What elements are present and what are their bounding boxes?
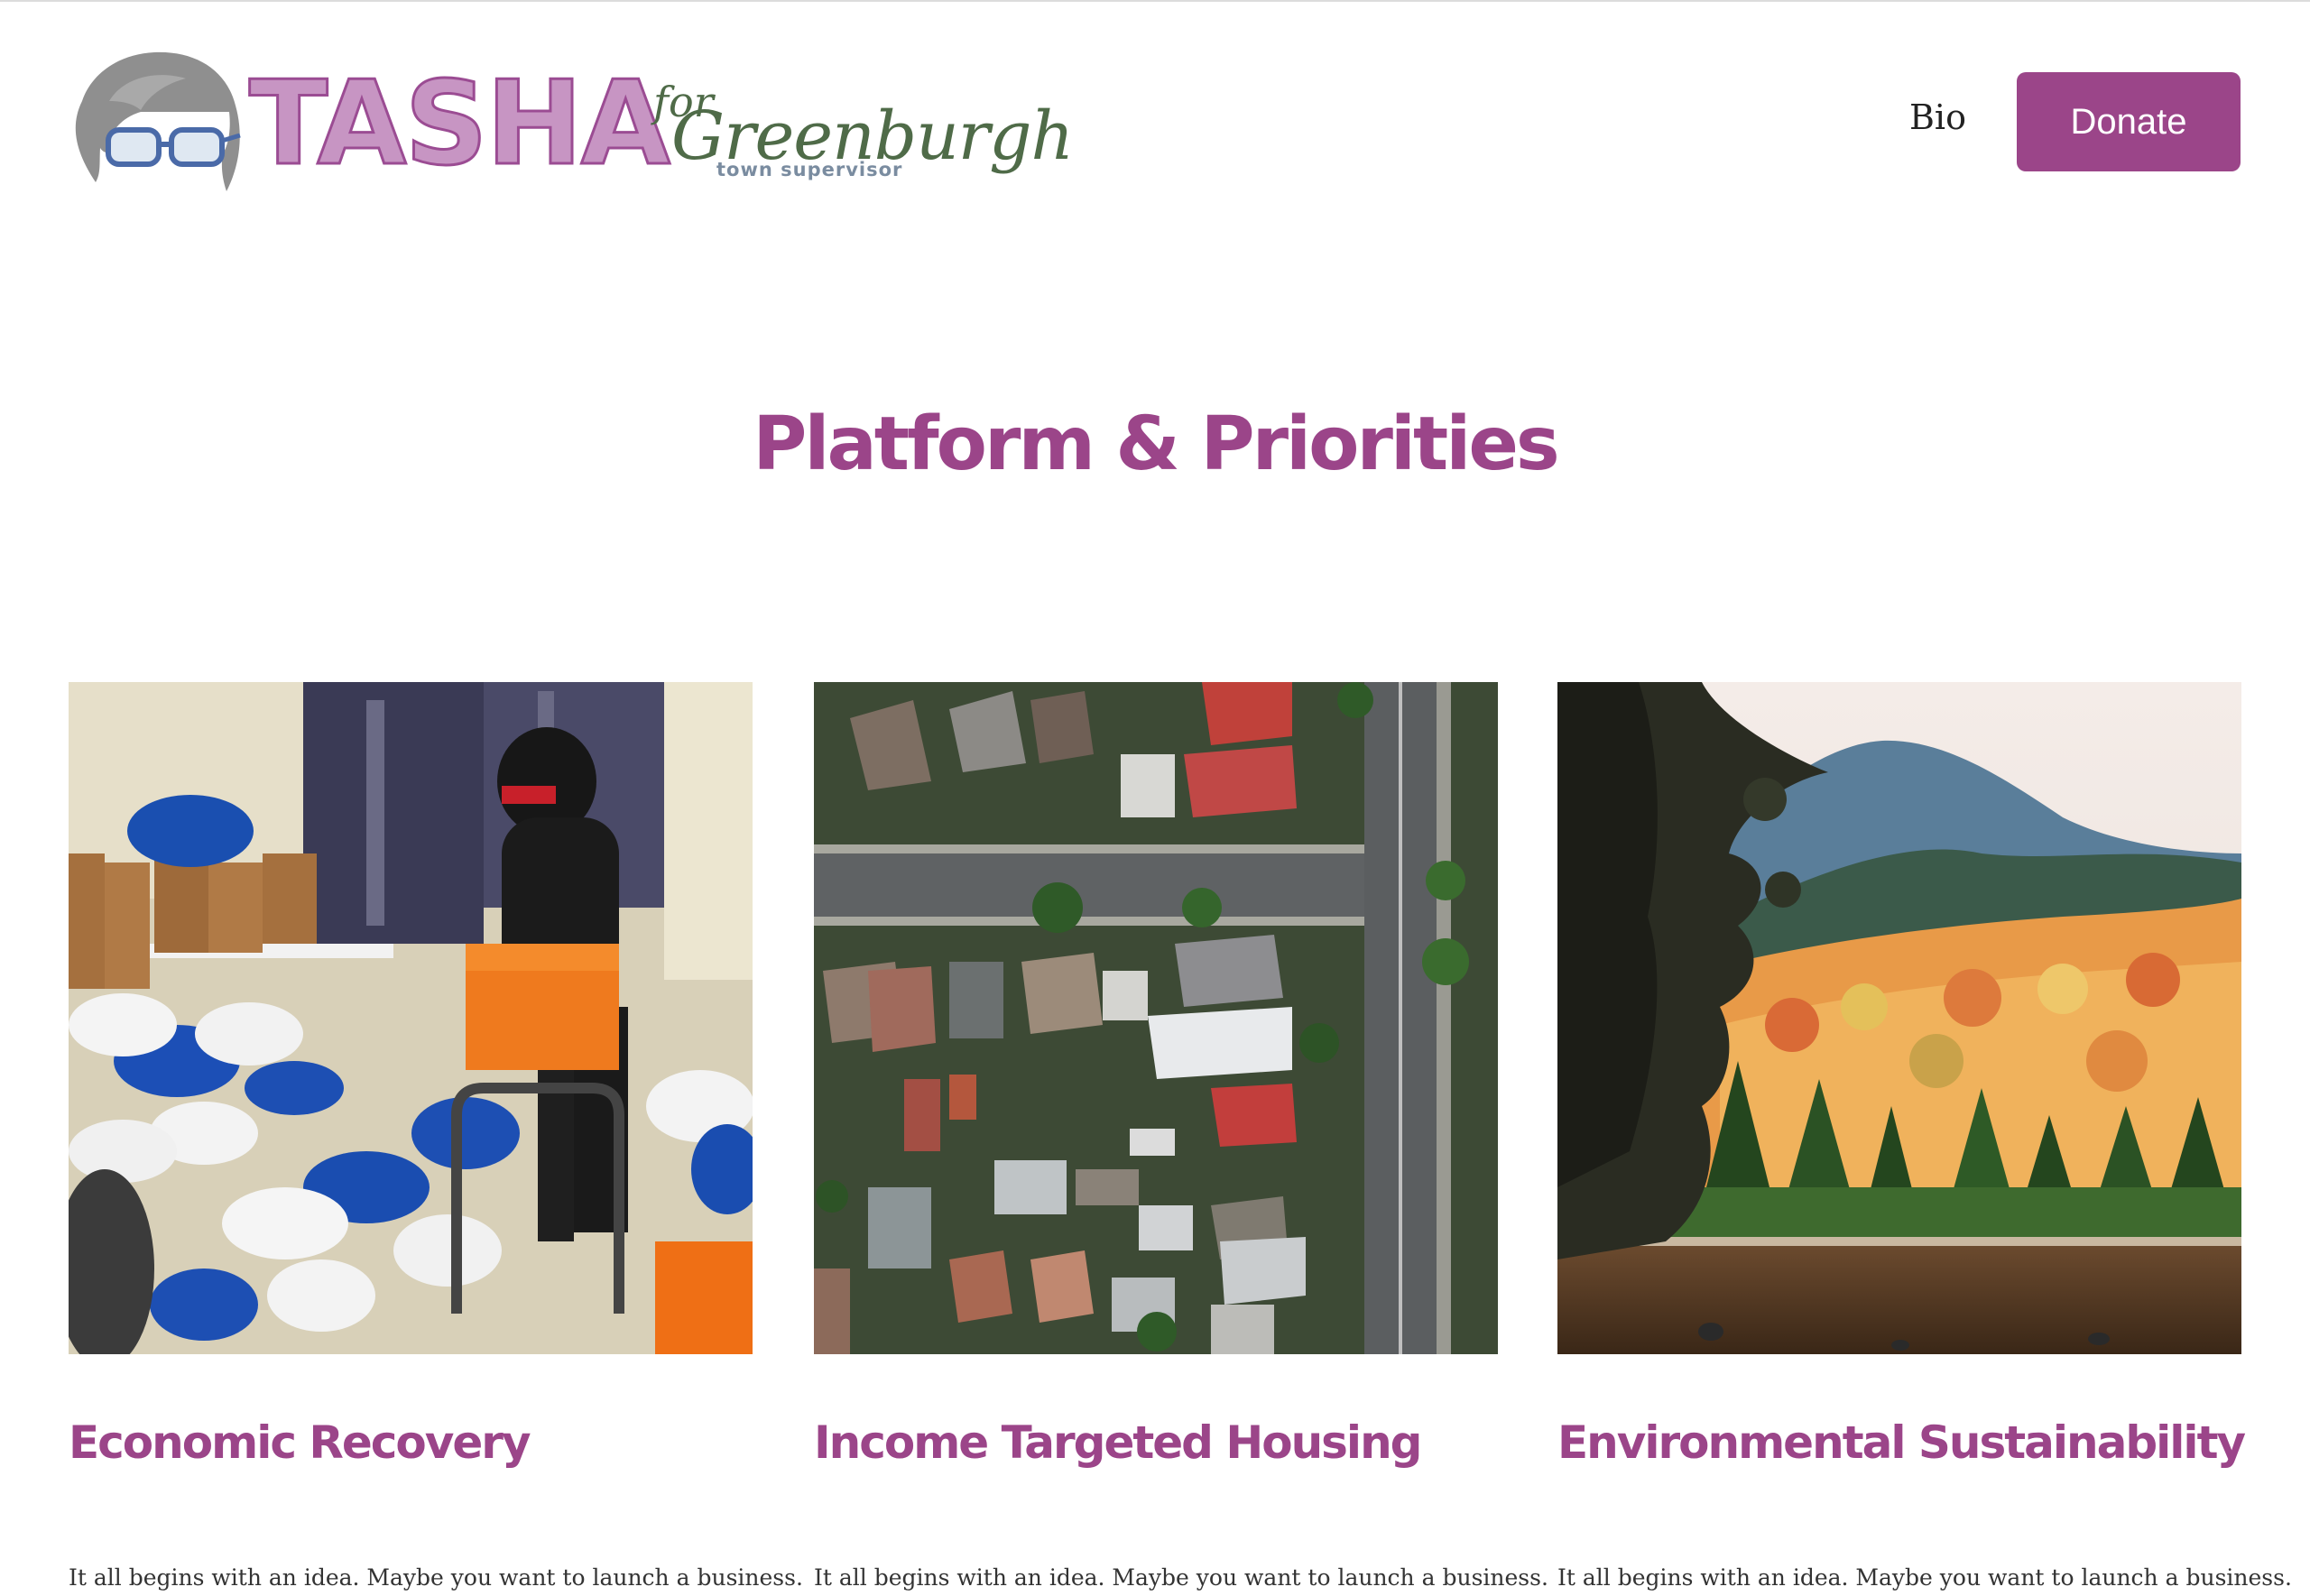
logo-tagline: town supervisor xyxy=(716,159,903,180)
card-title: Environmental Sustainability xyxy=(1557,1416,2246,1469)
priority-card-environment: Environmental Sustainability It all begi… xyxy=(1557,682,2292,1591)
aerial-neighborhood-illustration xyxy=(814,682,1498,1354)
card-title: Income Targeted Housing xyxy=(814,1416,1422,1469)
nav-bio-link[interactable]: Bio xyxy=(1909,97,1966,137)
candidate-face-icon xyxy=(75,51,241,192)
food-distribution-image xyxy=(69,682,753,1354)
autumn-mountain-illustration xyxy=(1557,682,2241,1354)
site-header: TASHA for Greenburgh town supervisor Bio… xyxy=(0,0,2310,217)
page-title: Platform & Priorities xyxy=(753,401,1560,487)
site-logo[interactable]: TASHA for Greenburgh town supervisor xyxy=(69,47,1074,200)
autumn-mountain-image xyxy=(1557,682,2241,1354)
aerial-neighborhood-image xyxy=(814,682,1498,1354)
priority-card-housing: Income Targeted Housing It all begins wi… xyxy=(814,682,1548,1591)
donate-button[interactable]: Donate xyxy=(2017,72,2241,171)
card-title: Economic Recovery xyxy=(69,1416,531,1469)
card-text: It all begins with an idea. Maybe you wa… xyxy=(1557,1564,2292,1591)
logo-name: TASHA xyxy=(248,57,672,191)
card-text: It all begins with an idea. Maybe you wa… xyxy=(814,1564,1548,1591)
food-distribution-illustration xyxy=(69,682,753,1354)
card-text: It all begins with an idea. Maybe you wa… xyxy=(69,1564,803,1591)
priority-card-economic: Economic Recovery It all begins with an … xyxy=(69,682,803,1591)
